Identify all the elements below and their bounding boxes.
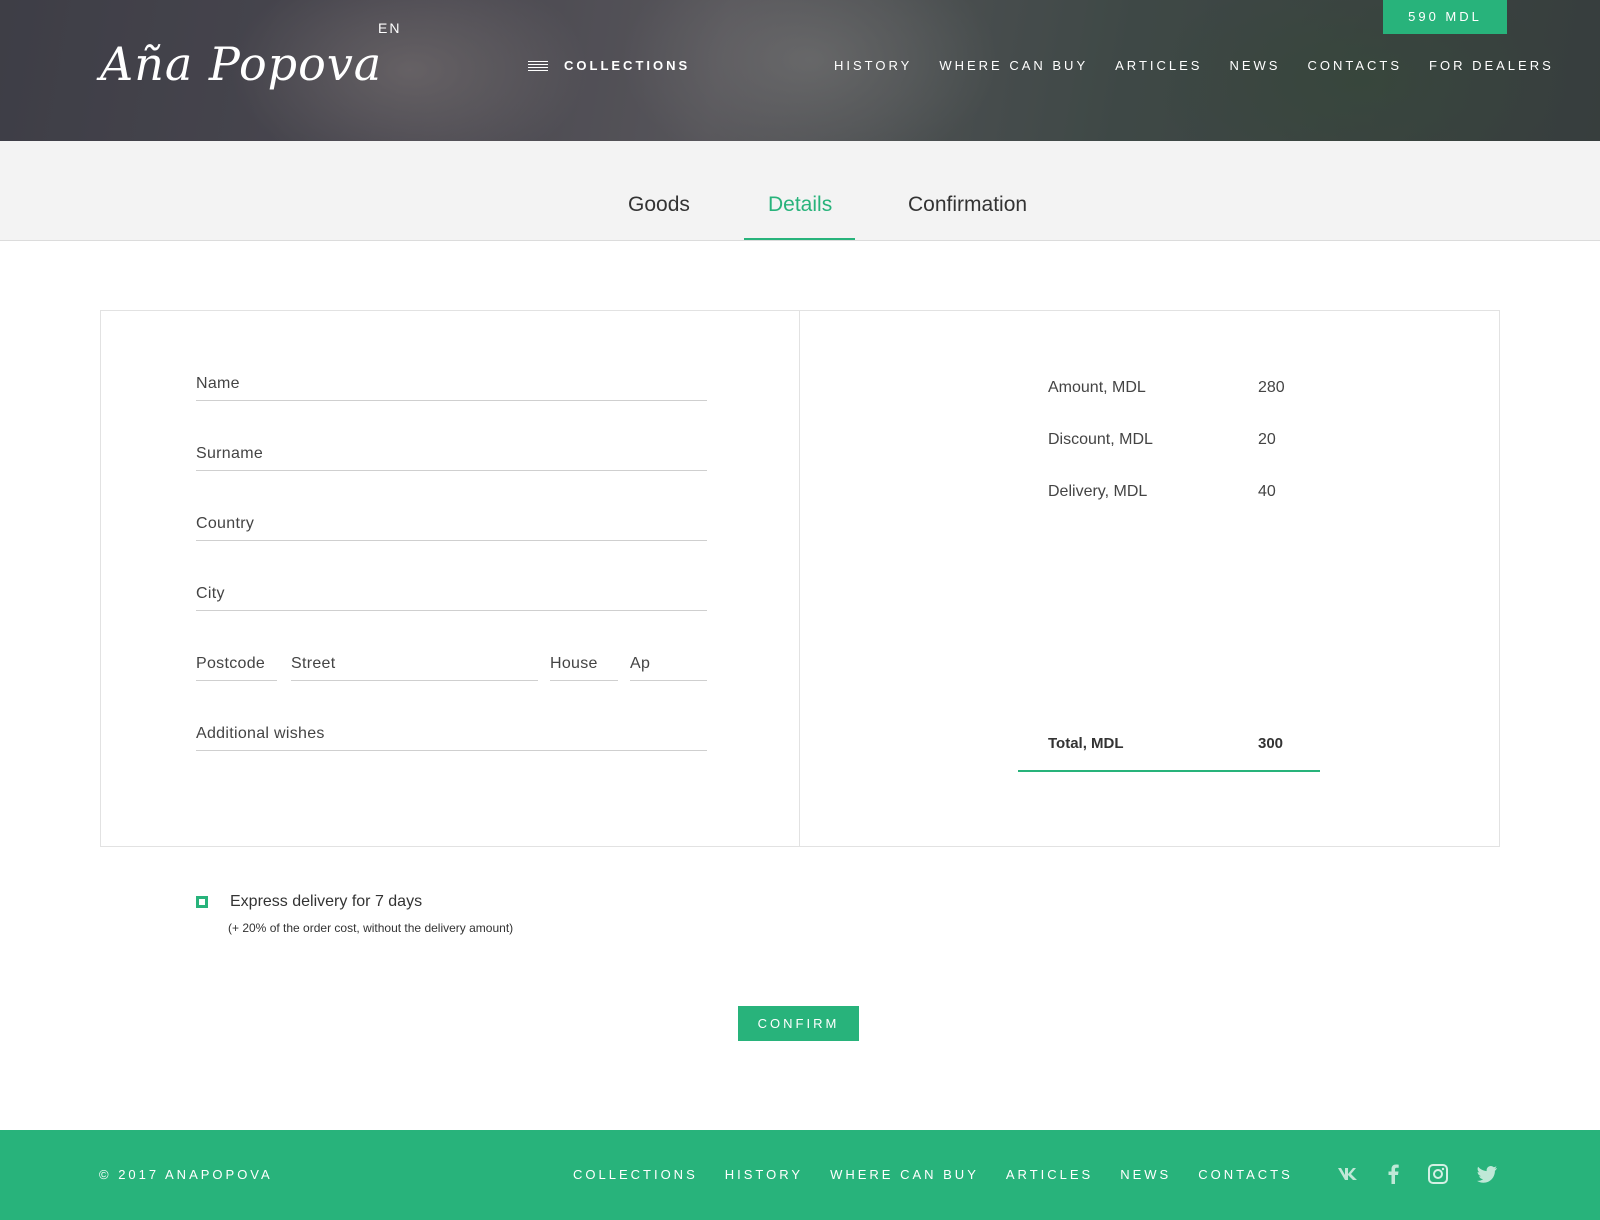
street-field [291, 649, 538, 681]
copyright: © 2017 ANAPOPOVA [99, 1167, 273, 1182]
country-input[interactable] [196, 509, 707, 539]
total-label: Total, MDL [1048, 735, 1124, 752]
house-field [550, 649, 618, 681]
street-input[interactable] [291, 649, 538, 679]
hamburger-icon [528, 60, 548, 71]
house-input[interactable] [550, 649, 618, 679]
instagram-icon[interactable] [1427, 1163, 1449, 1185]
express-delivery-note: (+ 20% of the order cost, without the de… [228, 921, 514, 935]
confirm-button[interactable]: CONFIRM [738, 1006, 859, 1041]
country-field [196, 509, 707, 541]
header-banner: Aña Popova EN COLLECTIONS HISTORY WHERE … [0, 0, 1600, 141]
nav-item-contacts[interactable]: CONTACTS [1307, 58, 1402, 73]
footer-nav-history[interactable]: HISTORY [725, 1167, 803, 1182]
footer-nav-articles[interactable]: ARTICLES [1006, 1167, 1093, 1182]
language-switch[interactable]: EN [378, 20, 401, 36]
name-input[interactable] [196, 369, 707, 399]
checkout-steps: Goods Details Confirmation [0, 141, 1600, 241]
city-input[interactable] [196, 579, 707, 609]
express-delivery-label[interactable]: Express delivery for 7 days [230, 893, 422, 911]
total-value: 300 [1258, 735, 1284, 752]
city-field [196, 579, 707, 611]
nav-item-news[interactable]: NEWS [1229, 58, 1280, 73]
surname-field [196, 439, 707, 471]
total-underline [1018, 770, 1320, 772]
footer-navigation: COLLECTIONS HISTORY WHERE CAN BUY ARTICL… [573, 1167, 1320, 1182]
apartment-input[interactable] [630, 649, 707, 679]
nav-item-for-dealers[interactable]: FOR DEALERS [1429, 58, 1554, 73]
postcode-input[interactable] [196, 649, 277, 679]
tab-details[interactable]: Details [768, 193, 832, 217]
active-tab-indicator [744, 238, 855, 240]
top-navigation: HISTORY WHERE CAN BUY ARTICLES NEWS CONT… [834, 58, 1554, 73]
nav-item-history[interactable]: HISTORY [834, 58, 912, 73]
cart-button[interactable]: 590 MDL [1383, 0, 1507, 34]
footer-nav-collections[interactable]: COLLECTIONS [573, 1167, 698, 1182]
postcode-field [196, 649, 277, 681]
nav-item-articles[interactable]: ARTICLES [1115, 58, 1202, 73]
amount-value: 280 [1258, 379, 1285, 396]
additional-wishes-field [196, 719, 707, 751]
name-field [196, 369, 707, 401]
tab-goods[interactable]: Goods [628, 193, 690, 217]
nav-item-where-can-buy[interactable]: WHERE CAN BUY [939, 58, 1088, 73]
twitter-icon[interactable] [1476, 1163, 1498, 1185]
discount-value: 20 [1258, 431, 1276, 448]
footer-nav-where-can-buy[interactable]: WHERE CAN BUY [830, 1167, 979, 1182]
additional-wishes-input[interactable] [196, 719, 707, 749]
apartment-field [630, 649, 707, 681]
vk-icon[interactable] [1337, 1163, 1359, 1185]
collections-label: COLLECTIONS [564, 58, 691, 73]
footer-nav-news[interactable]: NEWS [1120, 1167, 1171, 1182]
discount-label: Discount, MDL [1048, 431, 1153, 448]
surname-input[interactable] [196, 439, 707, 469]
delivery-value: 40 [1258, 483, 1276, 500]
footer: © 2017 ANAPOPOVA COLLECTIONS HISTORY WHE… [0, 1130, 1600, 1220]
delivery-label: Delivery, MDL [1048, 483, 1148, 500]
footer-nav-contacts[interactable]: CONTACTS [1198, 1167, 1293, 1182]
facebook-icon[interactable] [1382, 1163, 1404, 1185]
order-details-panel: Amount, MDL 280 Discount, MDL 20 Deliver… [100, 310, 1500, 847]
amount-label: Amount, MDL [1048, 379, 1146, 396]
panel-divider [799, 311, 800, 846]
collections-menu-button[interactable]: COLLECTIONS [528, 58, 690, 73]
express-delivery-checkbox[interactable] [196, 896, 208, 908]
logo[interactable]: Aña Popova [100, 34, 381, 94]
tab-confirmation[interactable]: Confirmation [908, 193, 1027, 217]
